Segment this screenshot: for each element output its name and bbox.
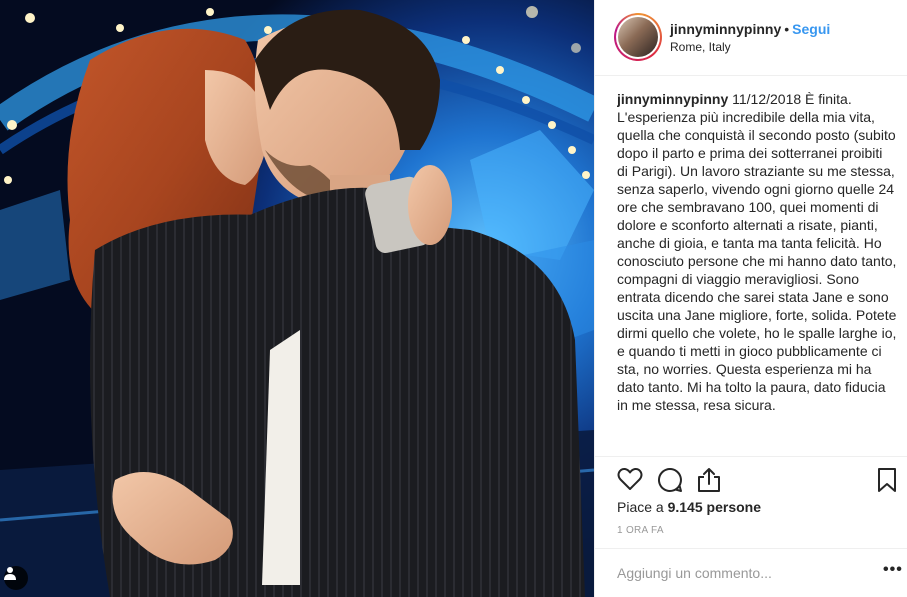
user-tag-icon <box>4 567 16 580</box>
likes-count[interactable]: Piace a 9.145 persone <box>617 499 761 515</box>
user-tag-button[interactable] <box>4 566 28 590</box>
post-timestamp[interactable]: 1 ORA FA <box>617 525 664 536</box>
avatar[interactable] <box>614 13 662 61</box>
follow-button[interactable]: Segui <box>792 21 830 37</box>
heart-icon[interactable] <box>617 467 643 491</box>
photo-illustration <box>0 0 594 597</box>
comment-icon[interactable] <box>657 467 683 493</box>
likes-number: 9.145 <box>667 499 703 515</box>
bookmark-icon[interactable] <box>877 467 897 493</box>
post-caption: jinnyminnypinny 11/12/2018 È finita. L'e… <box>617 90 897 456</box>
avatar-image <box>618 17 658 57</box>
share-icon[interactable] <box>697 467 721 493</box>
caption-username[interactable]: jinnyminnypinny <box>617 91 728 107</box>
header-user-line: jinnyminnypinny • Segui <box>670 21 830 37</box>
comment-input[interactable] <box>617 563 867 583</box>
post-photo[interactable] <box>0 0 594 597</box>
action-bar: Piace a 9.145 persone 1 ORA FA <box>595 456 907 554</box>
likes-suffix: persone <box>706 499 761 515</box>
more-options-icon[interactable]: ••• <box>883 562 903 583</box>
post-header: jinnyminnypinny • Segui Rome, Italy <box>595 0 907 76</box>
location-link[interactable]: Rome, Italy <box>670 40 731 54</box>
likes-prefix: Piace a <box>617 499 664 515</box>
comment-bar: ••• <box>595 548 907 597</box>
header-username[interactable]: jinnyminnypinny <box>670 21 781 37</box>
header-separator: • <box>784 21 790 37</box>
caption-text: 11/12/2018 È finita. L'esperienza più in… <box>617 91 897 413</box>
post-side-panel: jinnyminnypinny • Segui Rome, Italy jinnym… <box>594 0 907 597</box>
